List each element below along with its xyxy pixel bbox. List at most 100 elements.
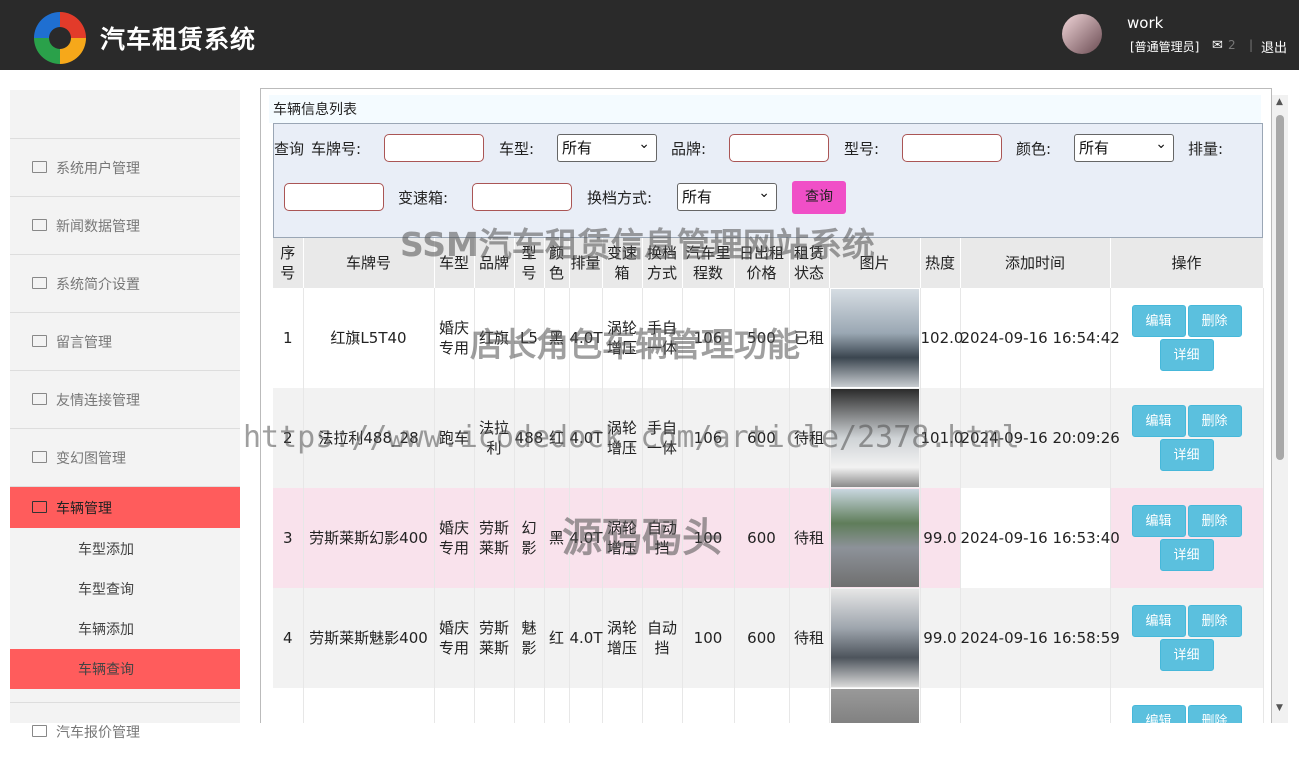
cell-type: 跑车 [434, 388, 475, 488]
shift-select[interactable]: 所有 [677, 180, 777, 211]
car-photo[interactable] [830, 289, 919, 387]
cell-disp: 4.0T [569, 288, 603, 388]
sidebar-subitem-vehicle-query[interactable]: 车辆查询 [10, 649, 240, 689]
cell-color [544, 688, 570, 723]
cell-image [829, 288, 921, 388]
cell-model: 488 [514, 388, 545, 488]
scrollbar[interactable]: ▲ ▼ [1272, 95, 1288, 723]
cell-heat: 99.0 [920, 488, 961, 588]
folder-icon [32, 392, 47, 405]
edit-button[interactable]: 编辑 [1131, 405, 1186, 437]
cell-model: 幻影 [514, 488, 545, 588]
edit-button[interactable]: 编辑 [1131, 605, 1186, 637]
cell-status [789, 688, 830, 723]
car-photo[interactable] [830, 389, 919, 487]
cell-color: 黑 [544, 288, 570, 388]
scroll-down-icon[interactable]: ▼ [1276, 703, 1283, 713]
edit-button[interactable]: 编辑 [1131, 505, 1186, 537]
cell-plate: 法拉利488_28 [303, 388, 435, 488]
logout-link[interactable]: 退出 [1261, 37, 1287, 56]
delete-button[interactable]: 删除 [1187, 505, 1242, 537]
delete-button[interactable]: 删除 [1187, 305, 1242, 337]
column-header: 序号 [273, 238, 304, 288]
folder-icon [32, 500, 47, 513]
edit-button[interactable]: 编辑 [1131, 705, 1186, 723]
table-row: 1 红旗L5T40 婚庆专用 红旗 L5 黑 4.0T 涡轮增压 手自一体 106 500 已租 102… [273, 288, 1264, 388]
column-header: 添加时间 [960, 238, 1111, 288]
cell-status: 待租 [789, 588, 830, 688]
detail-button[interactable]: 详细 [1159, 639, 1214, 671]
avatar[interactable] [1062, 14, 1102, 54]
cell-price: 600 [734, 388, 790, 488]
brand-label: 品牌: [671, 140, 707, 158]
mail-icon[interactable]: ✉ [1212, 38, 1223, 53]
color-select[interactable]: 所有 [1074, 131, 1174, 162]
cell-shift: 自动挡 [642, 488, 683, 588]
cell-mileage: 106 [682, 288, 735, 388]
car-photo[interactable] [830, 689, 919, 723]
column-header: 汽车里程数 [682, 238, 735, 288]
sidebar-item-vehicles[interactable]: 车辆管理 [10, 486, 240, 528]
car-photo[interactable] [830, 489, 919, 587]
displacement-input[interactable] [284, 183, 384, 211]
cell-gearbox [602, 688, 643, 723]
cell-actions: 编辑删除详细 [1110, 688, 1264, 723]
detail-button[interactable]: 详细 [1159, 539, 1214, 571]
cell-price: 600 [734, 588, 790, 688]
cell-image [829, 388, 921, 488]
sidebar-item-messages[interactable]: 留言管理 [10, 312, 240, 370]
sidebar-subitem-type-add[interactable]: 车型添加 [10, 529, 240, 569]
scroll-up-icon[interactable]: ▲ [1276, 97, 1283, 107]
cell-gearbox: 涡轮增压 [602, 488, 643, 588]
sidebar-item-links[interactable]: 友情连接管理 [10, 370, 240, 428]
delete-button[interactable]: 删除 [1187, 405, 1242, 437]
sidebar-subitem-type-query[interactable]: 车型查询 [10, 569, 240, 609]
delete-button[interactable]: 删除 [1187, 605, 1242, 637]
search-button[interactable]: 查询 [792, 181, 846, 214]
detail-button[interactable]: 详细 [1159, 339, 1214, 371]
plate-input[interactable] [384, 134, 484, 162]
sidebar-item-intro[interactable]: 系统简介设置 [10, 254, 240, 312]
sidebar-item-label: 友情连接管理 [56, 392, 140, 409]
table-header-row: 序号 车牌号 车型 品牌 型号 颜色 排量 变速箱 换档方式 汽车里程数 日出租价格 租赁状态 图片 热度… [273, 238, 1264, 288]
cell-no: 2 [273, 388, 304, 488]
delete-button[interactable]: 删除 [1187, 705, 1242, 723]
folder-icon [32, 450, 47, 463]
sidebar-item-label: 留言管理 [56, 334, 112, 351]
sidebar-item-system-users[interactable]: 系统用户管理 [10, 138, 240, 196]
color-label: 颜色: [1016, 140, 1052, 158]
cell-disp: 4.0T [569, 588, 603, 688]
column-header: 排量 [569, 238, 603, 288]
brand-input[interactable] [729, 134, 829, 162]
model-input[interactable] [902, 134, 1002, 162]
column-header: 车型 [434, 238, 475, 288]
sidebar-item-quotes[interactable]: 汽车报价管理 [10, 702, 240, 760]
cell-heat [920, 688, 961, 723]
sidebar-item-label: 汽车报价管理 [56, 724, 140, 741]
cell-disp: 4.0T [569, 488, 603, 588]
detail-button[interactable]: 详细 [1159, 439, 1214, 471]
sidebar-item-slides[interactable]: 变幻图管理 [10, 428, 240, 486]
cell-disp: 4.0T [569, 388, 603, 488]
type-label: 车型: [499, 140, 535, 158]
cell-type: 婚庆专用 [434, 288, 475, 388]
cell-time: 2024-09-16 16:54:42 [960, 288, 1120, 388]
cell-no: 4 [273, 588, 304, 688]
sidebar-subitem-vehicle-add[interactable]: 车辆添加 [10, 609, 240, 649]
cell-shift [642, 688, 683, 723]
sidebar-item-news[interactable]: 新闻数据管理 [10, 196, 240, 254]
scrollbar-thumb[interactable] [1276, 115, 1284, 460]
mail-count: 2 [1228, 38, 1236, 52]
edit-button[interactable]: 编辑 [1131, 305, 1186, 337]
sidebar-item-label: 车辆管理 [56, 500, 112, 517]
cell-type [434, 688, 475, 723]
column-header: 租赁状态 [789, 238, 830, 288]
car-photo[interactable] [830, 589, 919, 687]
cell-status: 已租 [789, 288, 830, 388]
gearbox-input[interactable] [472, 183, 572, 211]
cell-time: 2024-09-16 16:53:40 [960, 488, 1120, 588]
cell-actions: 编辑删除详细 [1110, 388, 1264, 488]
separator: | [1249, 38, 1254, 52]
column-header: 型号 [514, 238, 545, 288]
type-select[interactable]: 所有 [557, 131, 657, 162]
